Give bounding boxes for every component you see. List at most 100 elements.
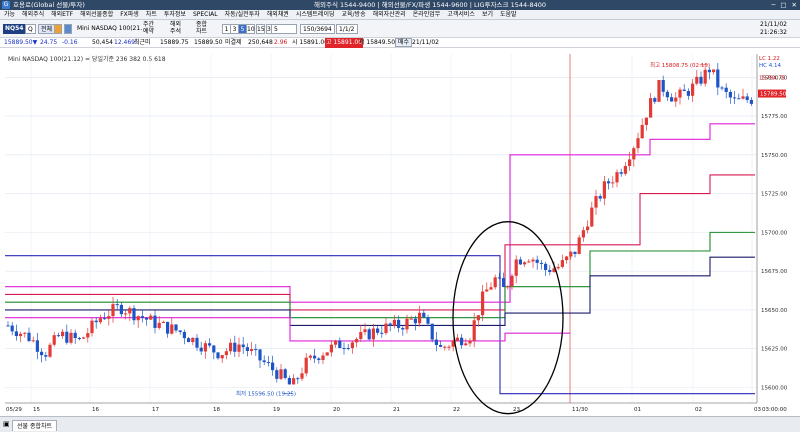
candle-body [107, 316, 111, 319]
candle-body [300, 373, 304, 379]
candle-body [594, 196, 598, 208]
candle-body [145, 317, 149, 320]
candle-body [229, 342, 233, 352]
menu-item[interactable]: 해외자산관리 [373, 10, 406, 20]
weekly-button[interactable]: 주간 예약 [143, 21, 154, 35]
candle-body [224, 351, 228, 356]
candle-body [615, 172, 619, 183]
candle-body [334, 340, 338, 345]
contact-info: 해외주식 1544-9400 | 해외선물/FX/파생 1544-9600 | … [314, 1, 546, 9]
candle-body [678, 89, 682, 98]
quote-date: 21/11/02 [412, 39, 439, 46]
candle-body [304, 357, 308, 374]
candle-body [19, 333, 23, 337]
right-label-level: 15794.75 [759, 75, 786, 81]
price-pct: -0.16 [62, 39, 78, 46]
menu-item[interactable]: 해외선물종합 [80, 10, 113, 20]
candle-body [502, 278, 506, 288]
candle-body [745, 96, 749, 100]
menu-item[interactable]: FX파생 [120, 10, 139, 20]
candle-body [77, 338, 81, 340]
candle-body [388, 323, 392, 326]
y-tick-label: 15775.00 [761, 114, 788, 120]
tab-futures-chart[interactable]: 선물 종합차트 [12, 420, 58, 431]
x-tick-label: 17 [152, 407, 159, 413]
composite-chart-button[interactable]: 종합 차트 [196, 21, 207, 35]
candle-body [472, 320, 476, 341]
candle-body [749, 99, 753, 104]
candle-body [56, 335, 60, 337]
chart-svg[interactable]: Mini NASDAQ 100(21.12) = 당일기준 236 382 0.… [0, 48, 800, 416]
candle-body [527, 261, 531, 263]
candle-body [439, 344, 443, 347]
menu-item[interactable]: 해외주식 [22, 10, 44, 20]
search-button[interactable]: Q [25, 24, 36, 34]
y-tick-label: 15700.00 [761, 230, 788, 236]
y-tick-label: 15725.00 [761, 192, 788, 198]
y-tick-label: 15650.00 [761, 308, 788, 314]
code-label[interactable]: 전체 [38, 24, 56, 34]
close-button[interactable]: ✕ [792, 0, 797, 10]
candle-body [422, 312, 426, 318]
minimize-button[interactable]: ─ [771, 0, 775, 10]
menu-item[interactable]: 시스템트레이딩 [296, 10, 335, 20]
menu-item[interactable]: 자동/실전투자 [225, 10, 260, 20]
candle-body [10, 325, 14, 332]
menu-item[interactable]: SPECIAL [193, 10, 218, 20]
candle-body [199, 347, 203, 352]
menu-item[interactable]: 차트 [146, 10, 157, 20]
menu-item[interactable]: 교육/방송 [341, 10, 365, 20]
candle-body [31, 340, 35, 342]
candle-body [376, 328, 380, 333]
chart-title: Mini NASDAQ 100(21.12) = 당일기준 236 382 0.… [8, 55, 166, 63]
menu-item[interactable]: 해외채권 [267, 10, 289, 20]
candle-body [380, 332, 384, 334]
candle-body [233, 342, 237, 352]
candle-body [61, 331, 65, 337]
overseas-button[interactable]: 해외 주석 [170, 21, 181, 35]
candle-body [741, 96, 745, 99]
menu-item[interactable]: 도움말 [500, 10, 517, 20]
menu-item[interactable]: 가능 [4, 10, 15, 20]
candle-body [581, 230, 585, 238]
favorite-icon[interactable] [54, 24, 62, 34]
candle-body [506, 286, 510, 288]
candle-body [544, 263, 548, 270]
candle-body [35, 340, 39, 352]
symbol-field[interactable]: NQ54 [3, 24, 26, 34]
candle-body [649, 98, 653, 118]
candlestick-chart[interactable]: Mini NASDAQ 100(21.12) = 당일기준 236 382 0.… [0, 48, 800, 416]
menu-item[interactable]: 해외ETF [51, 10, 73, 20]
link-icon[interactable] [64, 24, 72, 34]
candle-body [728, 91, 732, 98]
date-selector[interactable]: 1/1/2 [336, 24, 358, 34]
interval-input[interactable]: 5 [271, 24, 297, 34]
candle-body [254, 349, 258, 351]
candle-body [401, 327, 405, 330]
menu-bar: 가능 해외주식 해외ETF 해외선물종합 FX파생 차트 투자정보 SPECIAL 자동/실전투… [0, 10, 800, 20]
candle-body [132, 308, 136, 321]
y-tick-label: 15600.00 [761, 385, 788, 391]
candle-body [86, 333, 90, 338]
x-tick-label: 20 [333, 407, 340, 413]
candle-body [405, 318, 409, 330]
menu-item[interactable]: 온라인업무 [413, 10, 441, 20]
period-button[interactable]: 15 [256, 24, 265, 34]
candle-body [460, 337, 464, 346]
candle-body [212, 345, 216, 353]
candle-body [65, 331, 69, 343]
status-bar: ▣ 선물 종합차트 [0, 416, 800, 432]
candle-body [128, 308, 132, 314]
period-button[interactable]: 10 [246, 24, 255, 34]
candle-body [485, 289, 489, 292]
maximize-button[interactable]: □ [780, 0, 786, 10]
candle-body [111, 304, 115, 317]
menu-item[interactable]: 고객서비스 [447, 10, 475, 20]
buy-button[interactable]: 매수 [395, 38, 413, 47]
menu-item[interactable]: 투자정보 [164, 10, 186, 20]
count-field[interactable]: 150/3694 [300, 24, 335, 34]
menu-item[interactable]: 보기 [482, 10, 493, 20]
candle-body [350, 342, 354, 349]
candle-body [191, 337, 195, 343]
candle-body [535, 259, 539, 263]
